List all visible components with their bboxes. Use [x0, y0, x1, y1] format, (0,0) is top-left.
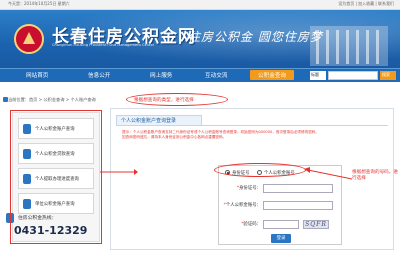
nav-item-info[interactable]: 信息公开: [88, 71, 110, 79]
site-slogan: 住房公积金 圆您住房梦: [188, 30, 323, 44]
notice-text-2: 如查询密码遗忘，请持本人身份证到公积金中心各网点重置密码。: [122, 135, 227, 139]
id-number-label-text: 身份证号：: [239, 186, 261, 191]
building-column: [346, 30, 349, 64]
nav-item-home[interactable]: 网站首页: [26, 71, 48, 79]
top-bar: 今天是：2014年10月25日 星期六 设为首页 | 加入收藏 | 联系我们: [0, 0, 400, 10]
nav-item-service[interactable]: 网上服务: [150, 71, 172, 79]
building-column: [376, 30, 379, 64]
building-column: [316, 30, 319, 64]
site-banner: 长春住房公积金网 Changchun Housing Provident Fun…: [0, 10, 400, 68]
annotation-text-right: 根据想查询的号码，进行选择: [352, 170, 398, 181]
login-button[interactable]: 登录: [271, 234, 291, 243]
captcha-label: *验证码：: [241, 222, 261, 227]
sidebar-arrow-icon: [100, 169, 138, 175]
nav-item-interact[interactable]: 互动交流: [205, 71, 227, 79]
search-button[interactable]: 搜索: [380, 71, 396, 80]
site-subtitle: Changchun Housing Provident Fund Managem…: [52, 43, 155, 47]
id-number-field[interactable]: [263, 184, 333, 193]
captcha-field[interactable]: [263, 220, 299, 229]
building-column: [366, 30, 369, 64]
account-number-label-text: 个人公积金账号：: [225, 203, 261, 208]
captcha-image[interactable]: SQFR: [303, 220, 329, 229]
current-date: 今天是：2014年10月25日 星期六: [8, 1, 70, 6]
captcha-label-text: 验证码：: [243, 222, 261, 227]
account-number-label: *个人公积金账号：: [223, 203, 261, 208]
nav-item-query[interactable]: 公积金查询: [250, 70, 294, 80]
tab-label: 个人公积金账户查询登录: [121, 118, 177, 124]
tab-divider: [116, 125, 388, 126]
emblem-logo-icon: [14, 24, 44, 54]
emblem-inner-icon: [23, 32, 35, 44]
annotation-oval-radio: [214, 163, 306, 177]
building-image: [310, 26, 388, 66]
account-number-field[interactable]: [263, 201, 333, 210]
top-links[interactable]: 设为首页 | 加入收藏 | 联系我们: [338, 1, 394, 7]
building-column: [356, 30, 359, 64]
breadcrumb[interactable]: 当前位置：首页 > 公积金查询 > 个人账户查询: [8, 97, 96, 103]
search-scope-select[interactable]: 标题: [310, 71, 326, 80]
building-column: [326, 30, 329, 64]
id-number-label: *身份证号：: [236, 186, 261, 191]
annotation-rect-sidebar: [10, 110, 102, 244]
search-input[interactable]: [328, 71, 378, 80]
building-column: [336, 30, 339, 64]
main-nav: 网站首页 信息公开 网上服务 互动交流 公积金查询 标题 搜索: [0, 68, 400, 82]
annotation-text-top: 根据想查询的类型，进行选择: [134, 98, 194, 103]
annotation-arrow-icon: [304, 167, 353, 180]
